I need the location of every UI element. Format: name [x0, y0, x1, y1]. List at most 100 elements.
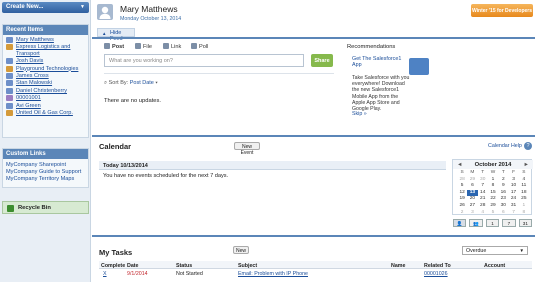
recent-item[interactable]: Daniel Christenberry	[3, 87, 88, 94]
calendar-day[interactable]: 27	[467, 203, 477, 210]
recent-items-panel: Recent Items Mary Matthews Express Logist…	[2, 24, 89, 138]
mini-calendar: ◄ October 2014 ► S M T W T F S 28 29 30 1 2 3 4 5 6 7 8 9 1…	[452, 159, 533, 217]
recycle-bin[interactable]: Recycle Bin	[2, 201, 89, 214]
calendar-day[interactable]: 22	[488, 196, 498, 203]
sort-value[interactable]: Post Date	[130, 80, 154, 86]
task-date: 9/1/2014	[127, 271, 148, 277]
calendar-day[interactable]: 3	[467, 210, 477, 217]
mobile-app-icon	[409, 58, 429, 75]
tab-link[interactable]: Link	[163, 43, 181, 50]
calendar-day[interactable]: 24	[508, 196, 518, 203]
sort-by[interactable]: ⌕ Sort By: Post Date ▾	[104, 80, 158, 87]
task-subject-link[interactable]: Email: Problem with IP Phone	[238, 271, 308, 277]
calendar-day[interactable]: 9	[498, 183, 508, 190]
recent-item[interactable]: Avi Green	[3, 102, 88, 109]
calendar-day[interactable]: 23	[498, 196, 508, 203]
recent-item-label: James Cross	[16, 73, 49, 80]
avatar[interactable]	[97, 4, 113, 20]
hide-feed-label: Hide Feed	[110, 30, 123, 42]
calendar-day[interactable]: 1	[519, 203, 529, 210]
calendar-day[interactable]: 7	[478, 183, 488, 190]
calendar-day[interactable]: 8	[488, 183, 498, 190]
calendar-day[interactable]: 26	[457, 203, 467, 210]
calendar-day[interactable]: 5	[488, 210, 498, 217]
calendar-day[interactable]: 5	[457, 183, 467, 190]
weekday-label: S	[460, 170, 464, 175]
calendar-help-link[interactable]: Calendar Help	[488, 143, 522, 149]
custom-link-support-guide[interactable]: MyCompany Guide to Support	[3, 169, 88, 176]
view-31-button[interactable]: 31	[518, 219, 533, 227]
contact-icon	[6, 80, 13, 87]
task-complete-link[interactable]: X	[103, 271, 107, 277]
search-icon: ⌕	[104, 80, 108, 86]
recommendations-body: Take Salesforce with you everywhere! Dow…	[352, 75, 410, 113]
chevron-down-icon: ▼	[80, 4, 85, 10]
calendar-day[interactable]: 21	[478, 196, 488, 203]
recent-item[interactable]: Mary Matthews	[3, 36, 88, 43]
calendar-day[interactable]: 2	[457, 210, 467, 217]
calendar-day[interactable]: 31	[508, 203, 518, 210]
create-new-button[interactable]: Create New... ▼	[2, 2, 89, 13]
calendar-day[interactable]: 29	[488, 203, 498, 210]
recent-item[interactable]: James Cross	[3, 72, 88, 80]
calendar-day[interactable]: 7	[508, 210, 518, 217]
tasks-title: My Tasks	[99, 248, 133, 257]
tab-file-label: File	[143, 44, 153, 50]
calendar-day[interactable]: 11	[519, 183, 529, 190]
file-icon	[135, 43, 141, 49]
triangle-icon: ▲	[102, 31, 107, 36]
tab-file[interactable]: File	[135, 43, 152, 50]
recent-item[interactable]: United Oil & Gas Corp.	[3, 109, 88, 117]
task-filter-select[interactable]: Overdue ▼	[462, 246, 528, 255]
recent-item-label: United Oil & Gas Corp.	[16, 110, 73, 117]
calendar-day[interactable]: 4	[478, 210, 488, 217]
contact-icon	[6, 102, 13, 109]
col-account: Account	[484, 263, 506, 269]
new-event-button[interactable]: New Event	[234, 142, 260, 156]
divider	[104, 73, 334, 74]
calendar-day[interactable]: 6	[498, 210, 508, 217]
recent-item[interactable]: Express Logistics and Transport	[3, 43, 88, 57]
custom-link-territory-maps[interactable]: MyCompany Territory Maps	[3, 176, 88, 183]
view-1-button[interactable]: 1	[485, 219, 500, 227]
next-month-icon[interactable]: ►	[524, 162, 529, 168]
calendar-day[interactable]: 8	[519, 210, 529, 217]
group-view-button[interactable]: 👥	[469, 219, 483, 227]
skip-link[interactable]: Skip »	[352, 111, 367, 117]
post-input[interactable]: What are you working on?	[104, 54, 304, 67]
col-date: Date	[127, 263, 139, 269]
calendar-day[interactable]: 20	[467, 196, 477, 203]
task-related-link[interactable]: 00001026	[424, 271, 448, 277]
view-7-button[interactable]: 7	[502, 219, 516, 227]
hide-feed-button[interactable]: ▲ Hide Feed	[97, 28, 135, 42]
link-icon	[163, 43, 169, 49]
calendar-day[interactable]: 6	[467, 183, 477, 190]
new-task-button[interactable]: New	[233, 246, 249, 254]
salesforce1-app-link[interactable]: Get The Salesforce1 App	[352, 56, 404, 68]
recent-item[interactable]: 00001001	[3, 94, 88, 102]
col-complete: Complete	[101, 263, 126, 269]
calendar-day[interactable]: 10	[508, 183, 518, 190]
calendar-day[interactable]: 28	[478, 203, 488, 210]
tab-poll[interactable]: Poll	[191, 43, 208, 50]
help-icon[interactable]: ?	[524, 142, 532, 150]
promo-banner[interactable]: Winter '15 for Developers	[471, 4, 533, 17]
section-divider	[92, 135, 535, 137]
calendar-day[interactable]: 30	[498, 203, 508, 210]
prev-month-icon[interactable]: ◄	[457, 162, 462, 168]
share-button[interactable]: Share	[311, 54, 333, 67]
day-view-button[interactable]: 👤	[453, 219, 467, 227]
weekday-label: F	[512, 170, 516, 175]
recent-item[interactable]: Playground Technologies	[3, 65, 88, 72]
recent-items-title: Recent Items	[3, 25, 88, 35]
user-name: Mary Matthews	[120, 4, 178, 14]
sort-label: Sort By:	[108, 80, 129, 86]
tab-post[interactable]: Post	[104, 43, 124, 50]
recent-item[interactable]: Josh Davis	[3, 57, 88, 65]
recent-item[interactable]: Stan Malowski	[3, 79, 88, 87]
recent-item-label: 00001001	[16, 95, 41, 102]
weekday-label: S	[522, 170, 526, 175]
calendar-day[interactable]: 19	[457, 196, 467, 203]
custom-link-sharepoint[interactable]: MyCompany Sharepoint	[3, 162, 88, 169]
calendar-day[interactable]: 25	[519, 196, 529, 203]
